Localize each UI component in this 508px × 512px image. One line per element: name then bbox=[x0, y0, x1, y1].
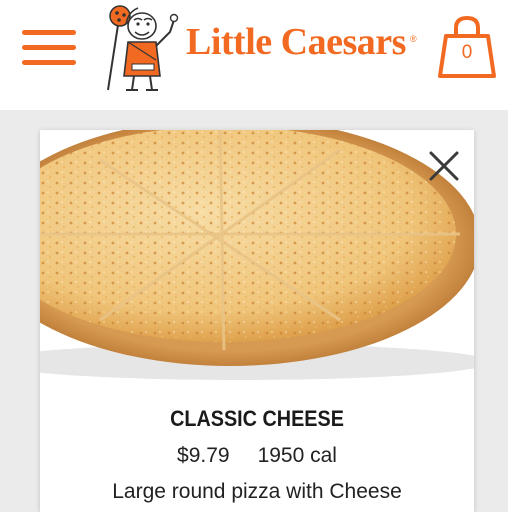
brand-logo[interactable]: Little Caesars ® bbox=[98, 2, 418, 94]
mascot-icon bbox=[107, 5, 179, 91]
product-calories: 1950 cal bbox=[257, 444, 337, 467]
menu-icon-bar-bottom bbox=[22, 60, 76, 65]
menu-icon-bar-top bbox=[22, 30, 76, 35]
menu-icon-bar-middle bbox=[22, 45, 76, 50]
app-header: Little Caesars ® 0 bbox=[0, 0, 508, 110]
registered-mark: ® bbox=[410, 34, 417, 44]
brand-name: Little Caesars bbox=[186, 21, 406, 63]
close-icon[interactable] bbox=[426, 148, 462, 184]
pizza-image bbox=[40, 130, 474, 380]
product-name: CLASSIC CHEESE bbox=[170, 406, 344, 431]
cart-button[interactable]: 0 bbox=[436, 14, 498, 80]
product-meta: $9.79 1950 cal bbox=[40, 444, 474, 468]
product-description: Large round pizza with Cheese bbox=[112, 480, 402, 503]
menu-button[interactable] bbox=[22, 30, 76, 66]
product-price: $9.79 bbox=[177, 444, 230, 467]
cart-count: 0 bbox=[461, 42, 473, 63]
product-modal: CLASSIC CHEESE $9.79 1950 cal Large round… bbox=[40, 130, 474, 512]
